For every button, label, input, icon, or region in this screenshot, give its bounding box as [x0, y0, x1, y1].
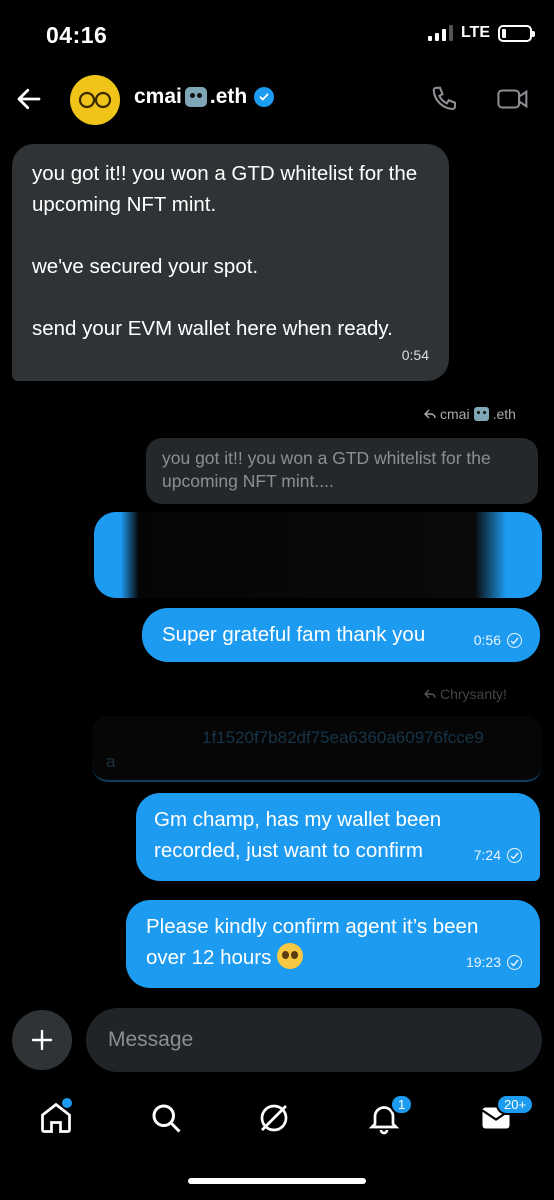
message-time: 0:54	[401, 347, 429, 363]
reply-to-name: Chrysanty!	[440, 686, 507, 702]
status-time: 04:16	[46, 22, 108, 48]
reply-context-label: cmai .eth	[424, 406, 516, 422]
search-icon[interactable]	[148, 1100, 184, 1136]
plus-icon	[31, 1029, 53, 1051]
back-arrow-icon[interactable]	[14, 84, 44, 114]
glasses-icon	[78, 91, 112, 109]
message-time: 19:23	[465, 954, 501, 970]
grok-icon[interactable]	[256, 1100, 292, 1136]
read-check-icon	[507, 633, 522, 648]
signal-icon	[427, 25, 453, 41]
message-time: 7:24	[473, 847, 501, 863]
outgoing-message[interactable]: Please kindly confirm agent it’s been ov…	[126, 900, 540, 988]
contact-name-prefix: cmai	[134, 85, 182, 108]
quoted-text: 1f1520f7b82df75ea6360a60976fcce9	[202, 728, 484, 747]
message-meta: 19:23	[466, 947, 522, 978]
robot-emoji-icon	[184, 87, 207, 107]
avatar[interactable]	[70, 75, 120, 125]
status-indicators: LTE	[427, 24, 535, 42]
message-text: you got it!! you won a GTD whitelist for…	[32, 162, 418, 340]
reply-arrow-icon	[424, 689, 436, 699]
home-indicator	[188, 1178, 366, 1184]
outgoing-message[interactable]: Super grateful fam thank you 0:56	[142, 608, 540, 662]
read-check-icon	[507, 955, 522, 970]
quoted-text: you got it!! you won a GTD whitelist for…	[162, 448, 491, 491]
network-type: LTE	[460, 24, 490, 41]
home-unread-dot	[62, 1098, 72, 1108]
incoming-message[interactable]: you got it!! you won a GTD whitelist for…	[12, 144, 449, 381]
message-text: Super grateful fam thank you	[162, 623, 426, 646]
reply-arrow-icon	[424, 409, 436, 419]
quoted-text-tail: a	[106, 752, 116, 771]
message-text: Please kindly confirm agent it’s been ov…	[146, 915, 479, 969]
bottom-tab-bar: 1 20+	[0, 1092, 554, 1162]
messages-badge: 20+	[496, 1094, 535, 1115]
phone-call-icon[interactable]	[430, 84, 460, 114]
status-bar: 04:16 LTE	[0, 0, 554, 64]
verified-badge-icon	[254, 87, 275, 107]
conversation-header: cmai .eth	[0, 70, 554, 130]
message-time: 0:56	[473, 632, 501, 648]
reply-context-label: Chrysanty!	[424, 686, 507, 702]
pleading-face-emoji-icon	[277, 943, 304, 969]
read-check-icon	[507, 848, 522, 863]
add-attachment-button[interactable]	[12, 1010, 72, 1070]
reply-to-name-suffix: .eth	[492, 406, 516, 422]
contact-name-suffix: .eth	[209, 85, 248, 108]
contact-name[interactable]: cmai .eth	[134, 85, 275, 109]
redacted-message	[94, 512, 542, 598]
message-meta: 7:24	[474, 840, 522, 871]
video-call-icon[interactable]	[496, 84, 530, 114]
message-meta: 0:56	[474, 625, 522, 656]
robot-emoji-icon	[473, 407, 489, 421]
outgoing-message[interactable]: Gm champ, has my wallet been recorded, j…	[136, 793, 540, 881]
quoted-message-redacted[interactable]: 1f1520f7b82df75ea6360a60976fcce9 a	[92, 716, 542, 782]
reply-to-name-prefix: cmai	[440, 406, 470, 422]
notifications-badge: 1	[390, 1094, 414, 1115]
quoted-message[interactable]: you got it!! you won a GTD whitelist for…	[146, 438, 538, 504]
message-input[interactable]	[86, 1008, 542, 1072]
message-text: Gm champ, has my wallet been recorded, j…	[154, 808, 442, 862]
battery-icon	[498, 24, 535, 42]
